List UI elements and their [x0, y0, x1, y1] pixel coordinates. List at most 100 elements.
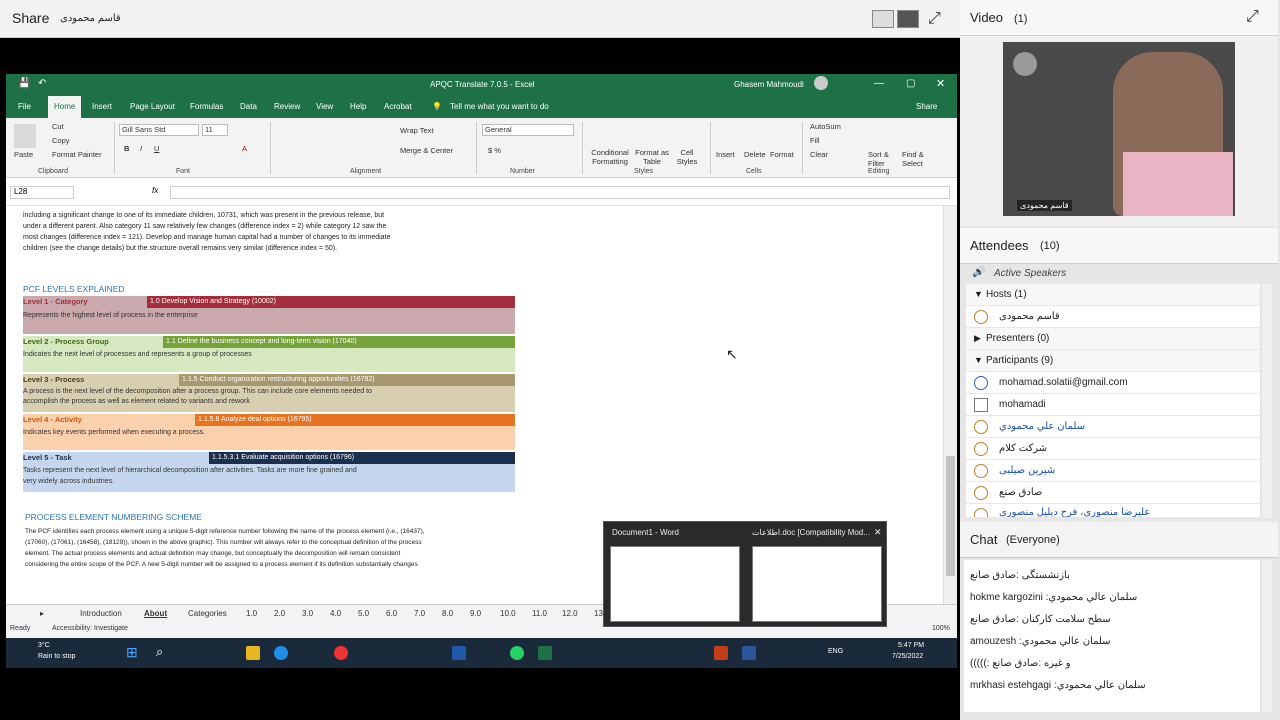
participant-row[interactable]: mohamadi: [966, 394, 1260, 416]
sheet-tab[interactable]: 13: [594, 609, 603, 618]
tab-review[interactable]: Review: [274, 102, 300, 111]
tab-view[interactable]: View: [316, 102, 333, 111]
sheet-tab[interactable]: 1.0: [246, 609, 257, 618]
clear-button[interactable]: Clear: [810, 150, 828, 159]
word-doc2-thumbnail[interactable]: [752, 546, 882, 622]
vertical-scrollbar[interactable]: [943, 206, 957, 604]
file-explorer-icon[interactable]: [246, 646, 260, 660]
participant-row[interactable]: علیرضا منصوری، فرح دیلیل منصوری: [966, 504, 1260, 518]
tab-prev-icon[interactable]: ▸: [40, 609, 44, 618]
minimize-icon[interactable]: —: [874, 78, 884, 89]
sheet-tab[interactable]: 8.0: [442, 609, 453, 618]
word-doc1-label[interactable]: Document1 - Word: [612, 528, 679, 537]
clock-date[interactable]: 7/25/2022: [892, 653, 923, 660]
bold-icon[interactable]: B: [124, 144, 129, 153]
fill-button[interactable]: Fill: [810, 136, 820, 145]
word-doc2-label[interactable]: اطلاعات.doc [Compatibility Mod...: [752, 528, 870, 537]
font-color-icon[interactable]: A: [242, 144, 247, 153]
autosum-button[interactable]: AutoSum: [810, 122, 841, 131]
share-button[interactable]: Share: [916, 102, 937, 111]
attendees-scrollbar[interactable]: [1262, 284, 1272, 518]
participant-row[interactable]: شرکت کلام: [966, 438, 1260, 460]
paste-button[interactable]: Paste: [14, 150, 33, 159]
photoshop-icon[interactable]: [452, 646, 466, 660]
sheet-tab[interactable]: 7.0: [414, 609, 425, 618]
sort-filter-button[interactable]: Sort & Filter: [868, 150, 898, 168]
hosts-header[interactable]: ▼ Hosts (1): [966, 284, 1260, 306]
zoom-level[interactable]: 100%: [932, 625, 950, 632]
wrap-text-button[interactable]: Wrap Text: [400, 126, 434, 135]
search-icon[interactable]: ⌕: [156, 644, 163, 660]
sheet-tab[interactable]: 5.0: [358, 609, 369, 618]
sheet-tab[interactable]: Categories: [188, 609, 227, 618]
participant-row[interactable]: صادق صنع: [966, 482, 1260, 504]
cell-styles-button[interactable]: Cell Styles: [672, 148, 702, 166]
tab-file[interactable]: File: [18, 102, 31, 111]
insert-cells-button[interactable]: Insert: [716, 150, 735, 159]
sheet-tab[interactable]: 4.0: [330, 609, 341, 618]
chrome-icon[interactable]: [334, 646, 348, 660]
whatsapp-icon[interactable]: [510, 646, 524, 660]
tab-page-layout[interactable]: Page Layout: [130, 102, 175, 111]
name-box[interactable]: L28: [10, 186, 74, 199]
video-feed[interactable]: قاسم محمودی: [1003, 42, 1235, 216]
sheet-tab[interactable]: 3.0: [302, 609, 313, 618]
conditional-formatting-button[interactable]: Conditional Formatting: [588, 148, 632, 166]
sheet-tab[interactable]: 10.0: [500, 609, 516, 618]
sheet-tab[interactable]: 9.0: [470, 609, 481, 618]
font-name-select[interactable]: Gill Sans Std: [119, 124, 199, 136]
format-painter-button[interactable]: Format Painter: [52, 150, 102, 159]
weather-text[interactable]: Rain to stop: [38, 653, 75, 660]
status-accessibility[interactable]: Accessibility: Investigate: [52, 625, 128, 632]
clipboard-icon[interactable]: [14, 124, 36, 148]
clock-time[interactable]: 5:47 PM: [898, 642, 924, 649]
fullscreen-layout-icon[interactable]: [897, 10, 919, 28]
number-format-select[interactable]: General: [482, 124, 574, 136]
cut-button[interactable]: Cut: [52, 122, 64, 131]
merge-center-button[interactable]: Merge & Center: [400, 146, 453, 155]
save-icon[interactable]: 💾: [18, 78, 30, 89]
host-row[interactable]: قاسم محمودی: [966, 306, 1260, 328]
tab-home[interactable]: Home: [48, 96, 82, 118]
format-cells-button[interactable]: Format: [770, 150, 794, 159]
currency-icon[interactable]: $ %: [488, 146, 501, 155]
scroll-thumb[interactable]: [946, 456, 955, 576]
formula-input[interactable]: [170, 186, 950, 199]
italic-icon[interactable]: I: [140, 144, 142, 153]
weather-temp[interactable]: 3°C: [38, 642, 50, 649]
participant-row[interactable]: mohamad.solatii@gmail.com: [966, 372, 1260, 394]
tab-insert[interactable]: Insert: [92, 102, 112, 111]
tab-data[interactable]: Data: [240, 102, 257, 111]
find-select-button[interactable]: Find & Select: [902, 150, 932, 168]
tab-help[interactable]: Help: [350, 102, 366, 111]
font-size-select[interactable]: 11: [202, 124, 228, 136]
undo-icon[interactable]: ↶: [38, 78, 46, 89]
edge-icon[interactable]: [274, 646, 288, 660]
sheet-tab[interactable]: 6.0: [386, 609, 397, 618]
delete-cells-button[interactable]: Delete: [744, 150, 766, 159]
close-icon[interactable]: ✕: [874, 527, 882, 538]
windows-start-icon[interactable]: ⊞: [126, 644, 138, 661]
sheet-tab[interactable]: Introduction: [80, 609, 122, 618]
tell-me-box[interactable]: Tell me what you want to do: [450, 102, 549, 111]
participant-row[interactable]: سلمان علي محمودي: [966, 416, 1260, 438]
participants-header[interactable]: ▼ Participants (9): [966, 350, 1260, 372]
language-indicator[interactable]: ENG: [828, 648, 843, 655]
sheet-tab[interactable]: 12.0: [562, 609, 578, 618]
tab-acrobat[interactable]: Acrobat: [384, 102, 412, 111]
expand-icon[interactable]: ⤢: [1246, 8, 1259, 26]
function-icon[interactable]: fx: [152, 186, 158, 195]
excel-icon[interactable]: [538, 646, 552, 660]
sheet-tab[interactable]: 11.0: [532, 609, 547, 618]
expand-icon[interactable]: ⤢: [928, 10, 941, 28]
layout-toggle-icon[interactable]: [872, 10, 894, 28]
close-icon[interactable]: ✕: [936, 77, 945, 90]
powerpoint-icon[interactable]: [714, 646, 728, 660]
word-doc1-thumbnail[interactable]: [610, 546, 740, 622]
maximize-icon[interactable]: ▢: [906, 78, 915, 89]
sheet-tab-active[interactable]: About: [144, 609, 167, 618]
chat-scrollbar[interactable]: [1262, 560, 1272, 712]
underline-icon[interactable]: U: [154, 144, 159, 153]
word-icon[interactable]: [742, 646, 756, 660]
sheet-tab[interactable]: 2.0: [274, 609, 285, 618]
